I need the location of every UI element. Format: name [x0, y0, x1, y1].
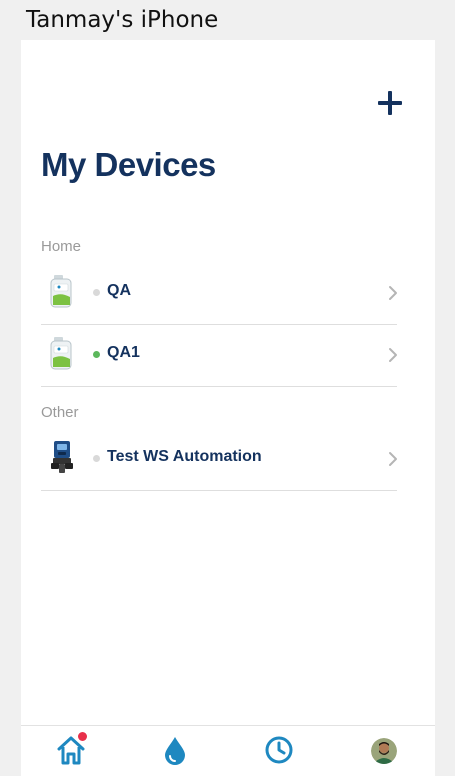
device-row-qa[interactable]: QA: [41, 262, 397, 325]
status-dot: [93, 455, 100, 462]
water-softener-icon: [50, 337, 72, 370]
device-name: Test WS Automation: [107, 448, 262, 465]
section-header-home: Home: [41, 238, 82, 255]
tab-profile[interactable]: [367, 734, 401, 768]
app-screen: My Devices Home QA QA1 Other Test WS Aut…: [21, 40, 435, 776]
water-drop-icon: [165, 737, 185, 765]
device-name: QA: [107, 282, 131, 299]
device-row-qa1[interactable]: QA1: [41, 324, 397, 387]
status-dot: [93, 351, 100, 358]
device-row-test-ws-automation[interactable]: Test WS Automation: [41, 428, 397, 491]
clock-icon: [265, 736, 293, 764]
section-header-other: Other: [41, 404, 79, 421]
add-device-button[interactable]: [377, 90, 405, 118]
device-name: QA1: [107, 344, 140, 361]
notification-badge: [78, 732, 87, 741]
chevron-right-icon: [389, 348, 397, 362]
status-dot: [93, 289, 100, 296]
tab-history[interactable]: [263, 734, 297, 768]
tab-water[interactable]: [159, 734, 193, 768]
chevron-right-icon: [389, 286, 397, 300]
tab-bar: [21, 725, 435, 776]
valve-controller-icon: [51, 441, 73, 473]
water-softener-icon: [50, 275, 72, 308]
tab-home[interactable]: [55, 732, 89, 768]
chevron-right-icon: [389, 452, 397, 466]
page-title: My Devices: [41, 146, 216, 183]
window-title: Tanmay's iPhone: [26, 7, 219, 33]
avatar: [371, 738, 397, 764]
